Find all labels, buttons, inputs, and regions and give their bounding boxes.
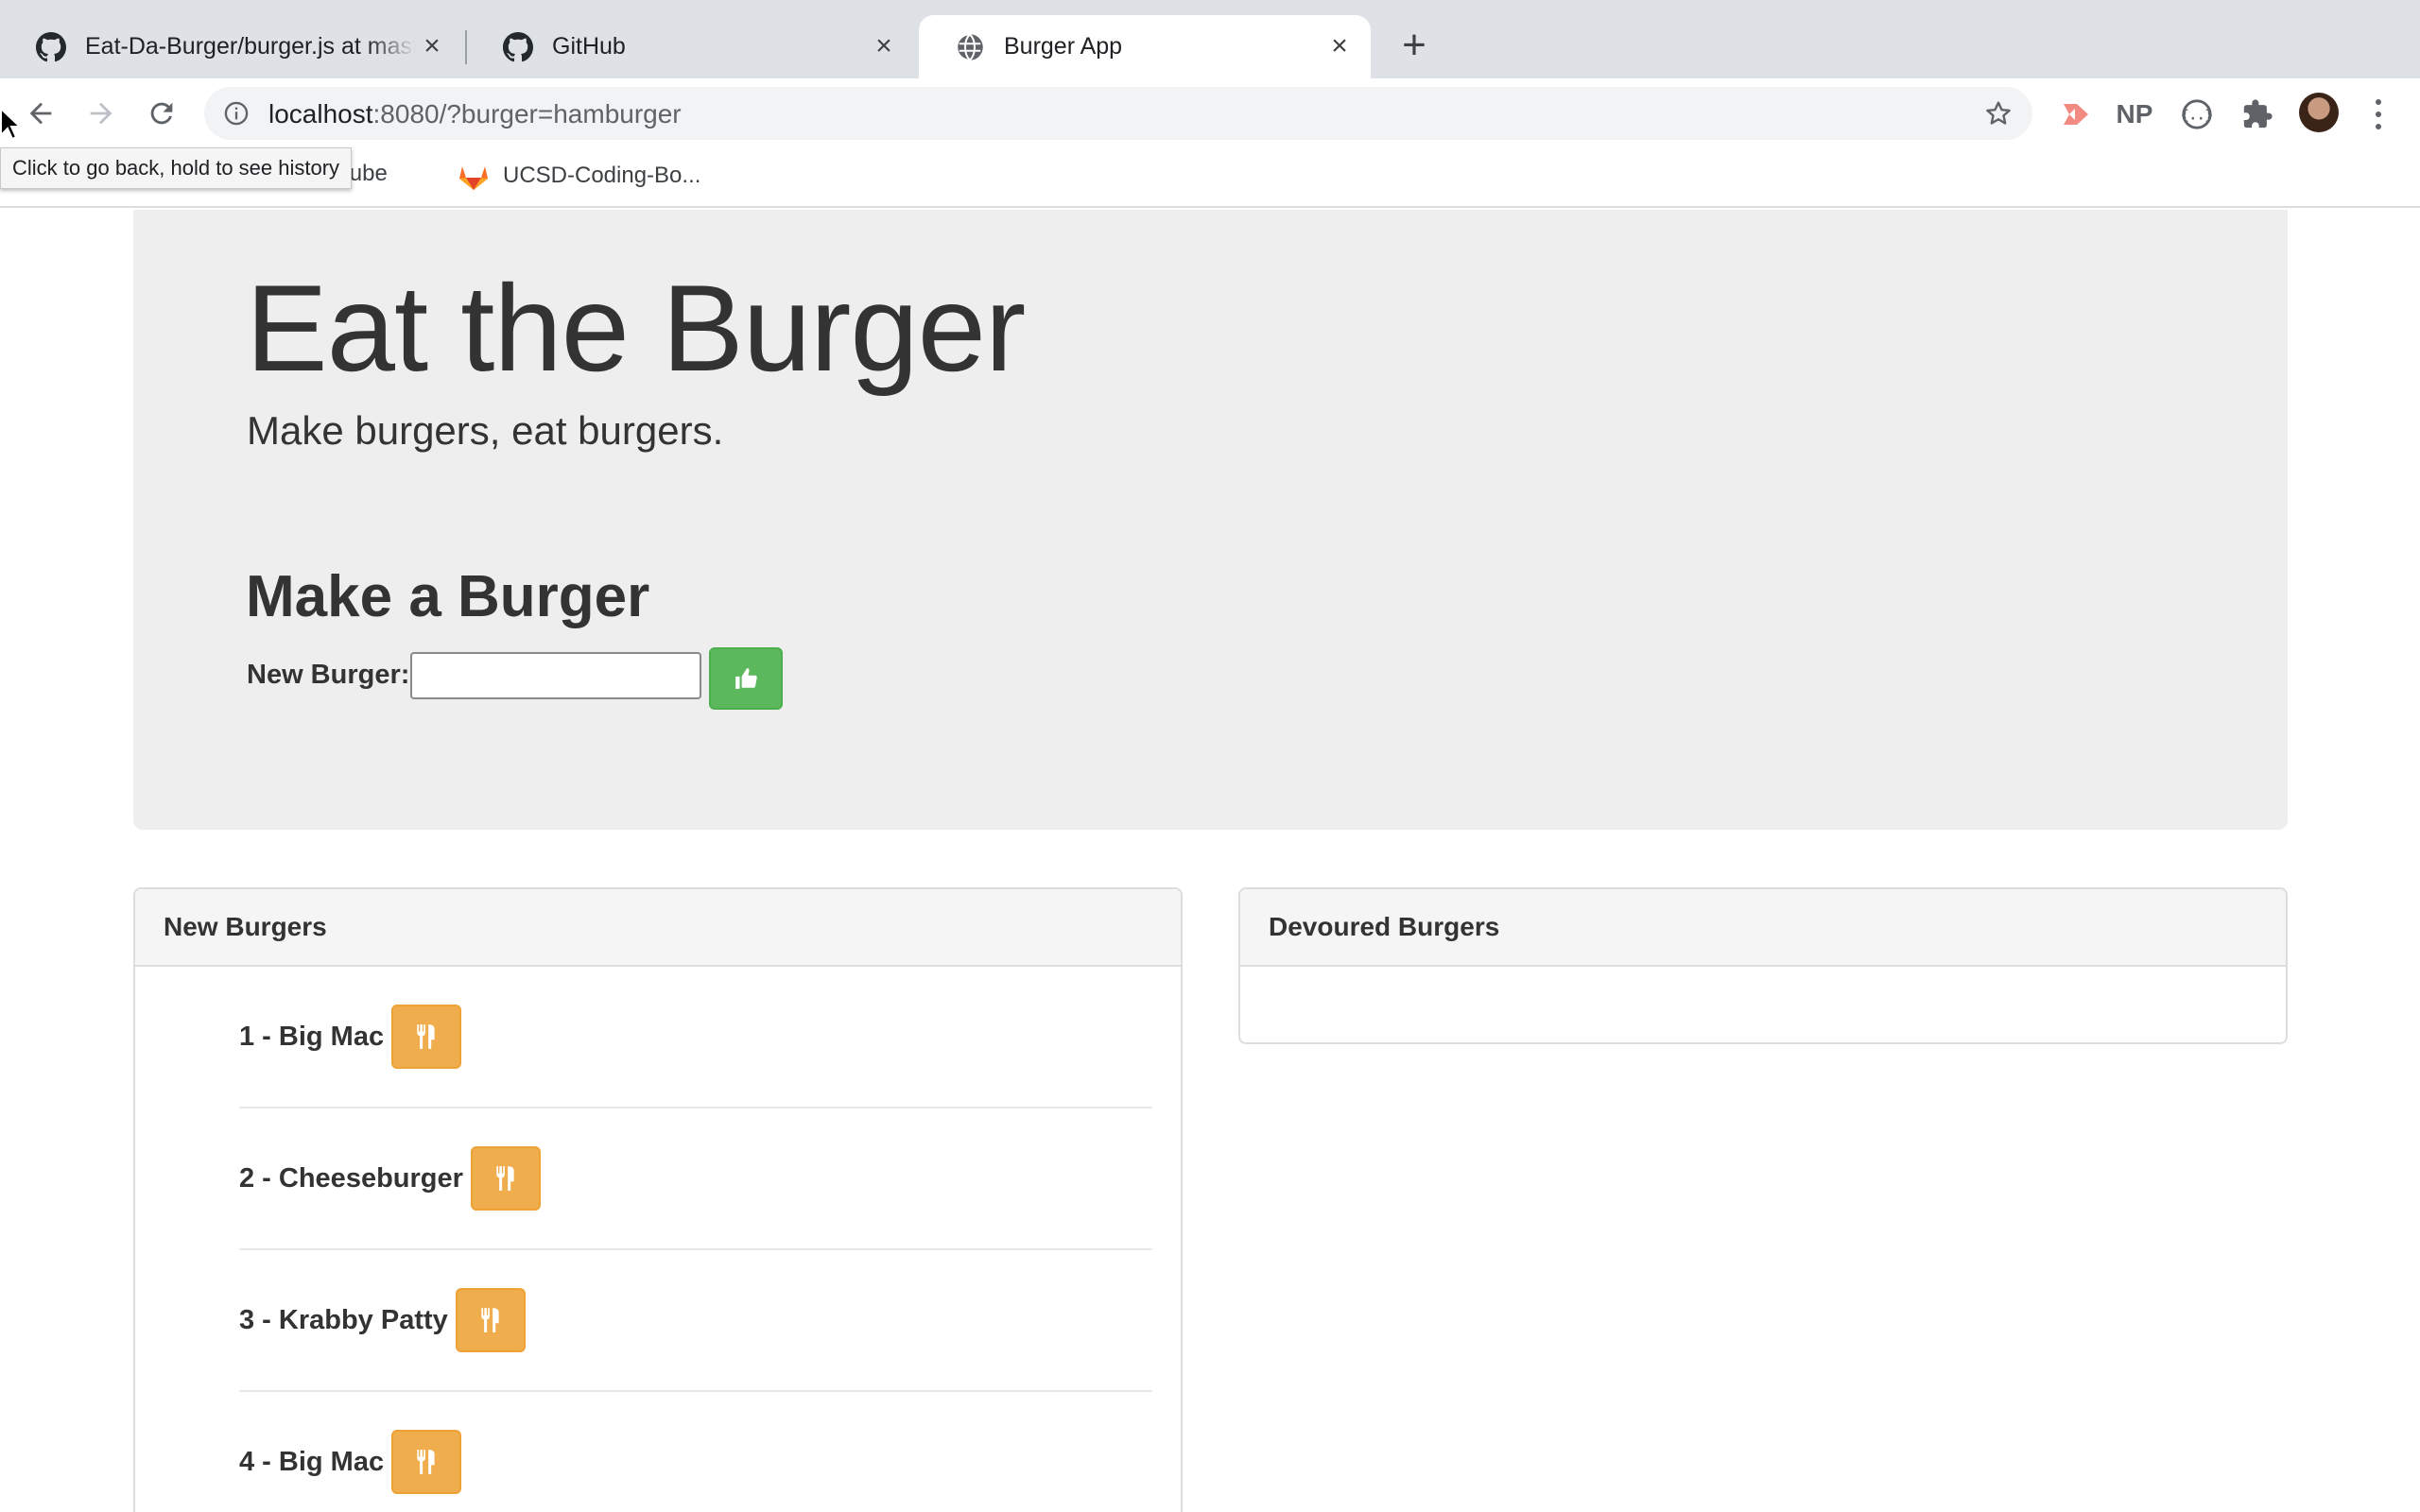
burger-name: 4 - Big Mac [239, 1446, 385, 1477]
arrow-right-icon [90, 102, 112, 125]
back-button-tooltip: Click to go back, hold to see history [0, 147, 353, 189]
devour-button[interactable] [470, 1146, 541, 1211]
browser-toolbar: localhost:8080/?burger=hamburger NP {..} [0, 78, 2420, 147]
back-button[interactable] [13, 86, 68, 141]
mouse-cursor-icon [0, 108, 21, 141]
page-title: Eat the Burger [246, 259, 1026, 397]
github-icon [36, 31, 66, 62]
cutlery-icon [481, 1308, 499, 1332]
tab-eat-da-burger-github[interactable]: Eat-Da-Burger/burger.js at master × [0, 15, 463, 78]
close-icon[interactable]: × [418, 32, 446, 60]
json-extension-icon[interactable]: {..} [2180, 97, 2214, 131]
devoured-burgers-heading: Devoured Burgers [1240, 889, 2286, 967]
burger-name: 2 - Cheeseburger [239, 1162, 463, 1194]
tab-strip: Eat-Da-Burger/burger.js at master × GitH… [0, 0, 2420, 78]
devour-button[interactable] [391, 1005, 462, 1069]
add-burger-button[interactable] [709, 647, 783, 710]
new-tab-button[interactable]: + [1393, 25, 1435, 68]
page-subtitle: Make burgers, eat burgers. [247, 408, 724, 453]
new-burgers-heading: New Burgers [135, 889, 1181, 967]
make-burger-heading: Make a Burger [246, 564, 650, 629]
url-text: localhost:8080/?burger=hamburger [268, 99, 682, 129]
devoured-burgers-panel: Devoured Burgers [1238, 887, 2288, 1044]
list-item: 4 - Big Mac [239, 1392, 1152, 1512]
bookmark-ucsd-coding-bootcamp[interactable]: UCSD-Coding-Bo... [458, 161, 700, 191]
devoured-burgers-list [1240, 967, 2286, 1042]
cast-extension-icon[interactable] [2059, 97, 2093, 131]
tab-title: Burger App [1004, 33, 1123, 60]
gitlab-icon [459, 166, 488, 190]
svg-text:{..}: {..} [2181, 109, 2213, 124]
list-item: 2 - Cheeseburger [239, 1108, 1152, 1250]
devour-button[interactable] [455, 1288, 526, 1352]
reload-button[interactable] [134, 86, 189, 141]
url-host: localhost [268, 99, 373, 129]
new-burgers-panel: New Burgers 1 - Big Mac 2 - Cheeseburger… [133, 887, 1183, 1512]
star-icon[interactable] [1983, 98, 2014, 129]
burger-name: 3 - Krabby Patty [239, 1304, 448, 1335]
close-icon[interactable]: × [870, 32, 898, 60]
devour-button[interactable] [391, 1430, 462, 1494]
new-burger-label: New Burger: [247, 660, 410, 690]
jumbotron: Eat the Burger Make burgers, eat burgers… [133, 210, 2288, 830]
bookmark-label: UCSD-Coding-Bo... [503, 163, 701, 188]
info-icon[interactable] [223, 100, 250, 127]
list-item: 3 - Krabby Patty [239, 1250, 1152, 1392]
cutlery-icon [417, 1450, 435, 1474]
forward-button[interactable] [74, 86, 129, 141]
tab-title: Eat-Da-Burger/burger.js at master [85, 33, 416, 60]
puzzle-icon[interactable] [2240, 97, 2274, 131]
burger-name: 1 - Big Mac [239, 1021, 385, 1052]
tab-burger-app[interactable]: Burger App × [919, 15, 1371, 78]
github-icon [503, 31, 533, 62]
list-item: 1 - Big Mac [239, 967, 1152, 1108]
new-burger-input[interactable] [410, 652, 701, 699]
arrow-left-icon [29, 102, 52, 125]
url-path: :8080/?burger=hamburger [372, 99, 682, 129]
new-burgers-list: 1 - Big Mac 2 - Cheeseburger 3 - Krabby … [135, 967, 1181, 1512]
cutlery-icon [417, 1024, 435, 1049]
globe-icon [955, 32, 985, 62]
thumbs-up-icon [735, 668, 757, 689]
reload-icon [150, 102, 173, 125]
avatar[interactable] [2299, 93, 2339, 132]
close-icon[interactable]: × [1325, 32, 1354, 60]
page-content: Eat the Burger Make burgers, eat burgers… [0, 210, 2420, 1512]
address-bar[interactable]: localhost:8080/?burger=hamburger [204, 87, 2032, 140]
tab-title: GitHub [552, 33, 626, 60]
menu-dots-icon[interactable] [2361, 95, 2395, 133]
bookmarks-bar: Tube UCSD-Coding-Bo... [0, 147, 2420, 208]
cutlery-icon [496, 1166, 514, 1191]
tab-github[interactable]: GitHub × [467, 15, 915, 78]
np-extension-icon[interactable]: NP [2117, 97, 2153, 131]
